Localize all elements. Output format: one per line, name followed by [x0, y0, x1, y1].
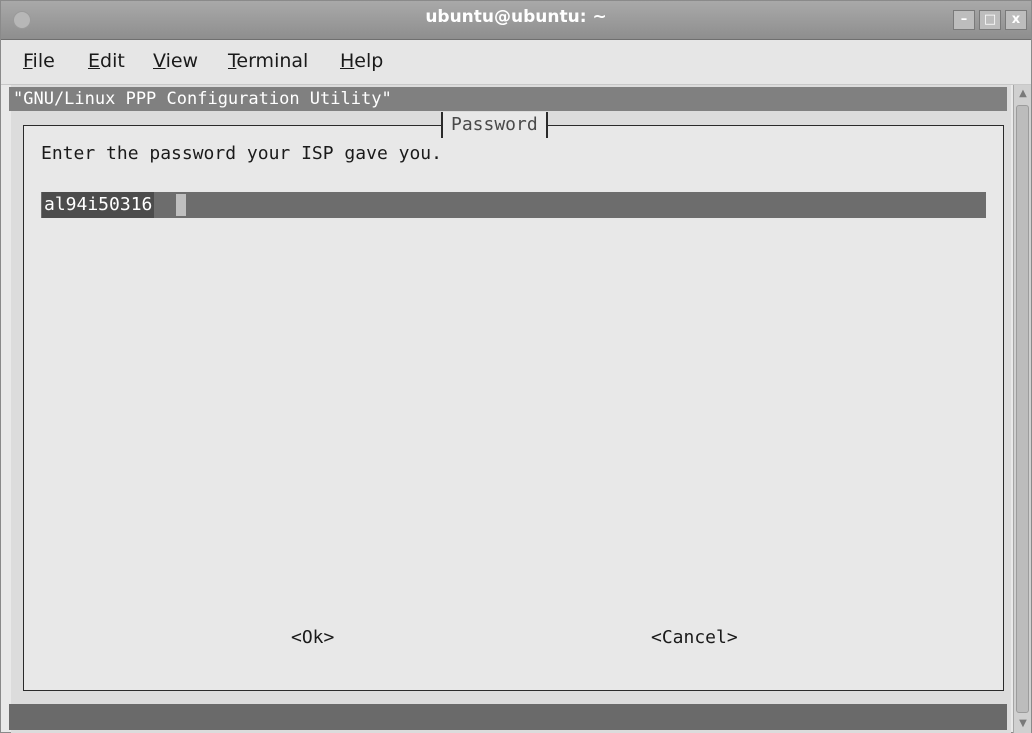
minimize-button[interactable]: – — [953, 10, 975, 30]
text-cursor — [176, 194, 186, 216]
menu-help-mnemonic: H — [340, 50, 355, 72]
menu-terminal[interactable]: Terminal — [228, 50, 308, 72]
menu-help[interactable]: Help — [340, 50, 383, 72]
menu-edit[interactable]: Edit — [88, 50, 125, 72]
menu-terminal-label: erminal — [236, 50, 309, 72]
backtitle: "GNU/Linux PPP Configuration Utility" — [9, 87, 1007, 111]
menu-view-mnemonic: V — [153, 50, 166, 72]
arrow-down-icon[interactable]: ▼ — [1016, 717, 1030, 731]
password-input-value[interactable]: al94i50316 — [42, 192, 155, 218]
arrow-up-icon[interactable]: ▲ — [1016, 87, 1030, 101]
window-title: ubuntu@ubuntu: ~ — [425, 7, 607, 27]
terminal-window: ubuntu@ubuntu: ~ – □ x File Edit View Te… — [0, 0, 1032, 733]
menu-help-label: elp — [354, 50, 384, 72]
menu-file[interactable]: File — [23, 50, 55, 72]
menu-file-mnemonic: F — [23, 50, 33, 72]
menu-edit-label: dit — [100, 50, 125, 72]
vertical-scrollbar[interactable]: ▲ ▼ — [1013, 85, 1031, 733]
menu-file-label: ile — [32, 50, 55, 72]
title-bar[interactable]: ubuntu@ubuntu: ~ – □ x — [1, 1, 1031, 40]
menu-bar: File Edit View Terminal Help — [1, 40, 1031, 85]
scroll-thumb[interactable] — [1016, 105, 1029, 713]
maximize-button[interactable]: □ — [979, 10, 1001, 30]
close-button[interactable]: x — [1005, 10, 1027, 30]
password-prompt: Enter the password your ISP gave you. — [41, 143, 442, 164]
dialog-title: Password — [441, 112, 548, 138]
ok-button[interactable]: <Ok> — [291, 625, 334, 651]
menu-edit-mnemonic: E — [88, 50, 101, 72]
status-bar — [9, 704, 1007, 730]
menu-view[interactable]: View — [153, 50, 198, 72]
cancel-button[interactable]: <Cancel> — [651, 625, 738, 651]
menu-view-label: iew — [165, 50, 199, 72]
